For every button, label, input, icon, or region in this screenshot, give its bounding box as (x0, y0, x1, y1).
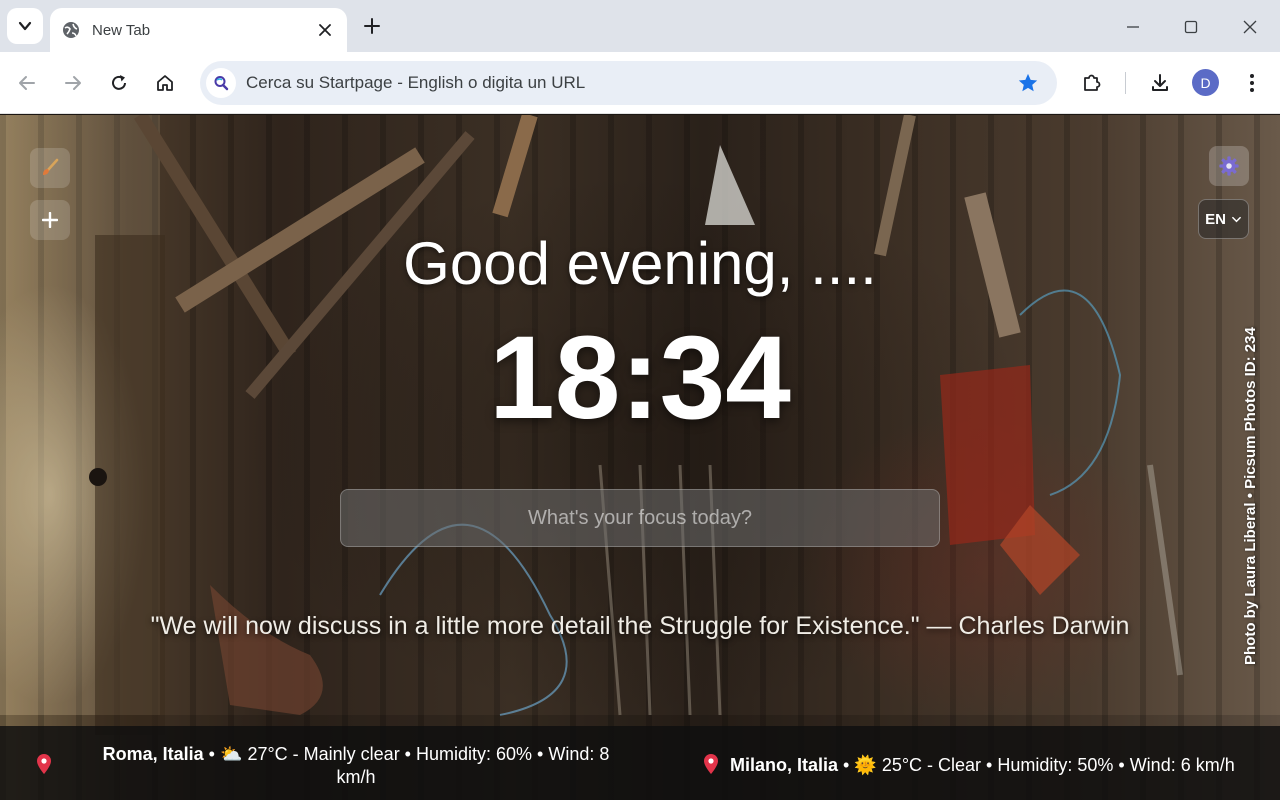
weather-details: 27°C - Mainly clear • Humidity: 60% • Wi… (247, 744, 610, 787)
weather-milano: Milano, Italia • 🌞 25°C - Clear • Humidi… (730, 754, 1270, 777)
menu-button[interactable] (1236, 67, 1268, 99)
brush-icon (43, 158, 59, 175)
extensions-button[interactable] (1076, 67, 1108, 99)
clock: 18:34 (489, 312, 791, 444)
browser-toolbar: Cerca su Startpage - English o digita un… (0, 52, 1280, 114)
forward-button[interactable] (57, 67, 89, 99)
weather-city: Roma, Italia (102, 744, 204, 764)
address-text: Cerca su Startpage - English o digita un… (246, 73, 586, 92)
pin-icon (35, 753, 53, 781)
tab-new-tab[interactable]: New Tab (50, 8, 347, 52)
close-window-button[interactable] (1235, 12, 1265, 42)
theme-button[interactable] (30, 148, 70, 188)
weather-roma: Roma, Italia • ⛅ 27°C - Mainly clear • H… (96, 743, 616, 789)
avatar[interactable]: D (1192, 69, 1219, 96)
home-icon (157, 75, 173, 91)
new-tab-button[interactable] (358, 12, 386, 40)
puzzle-icon (1084, 74, 1101, 91)
kebab-menu-icon (1250, 74, 1254, 92)
chevron-down-icon (18, 21, 32, 31)
back-button[interactable] (11, 67, 43, 99)
plus-icon (364, 18, 380, 34)
plus-icon (42, 212, 58, 228)
reload-button[interactable] (103, 67, 135, 99)
tab-strip: New Tab (0, 0, 1280, 52)
toolbar-separator (1125, 72, 1126, 94)
home-button[interactable] (149, 67, 181, 99)
weather-separator: • (208, 744, 215, 764)
weather-details: 25°C - Clear • Humidity: 50% • Wind: 6 k… (881, 755, 1235, 775)
settings-button[interactable] (1209, 146, 1249, 186)
close-icon[interactable] (315, 20, 335, 40)
background-photo (0, 115, 1280, 800)
weather-bar: Roma, Italia • ⛅ 27°C - Mainly clear • H… (0, 726, 1280, 800)
photo-credit: Photo by Laura Liberal • Picsum Photos I… (1242, 327, 1259, 665)
maximize-icon (1184, 20, 1198, 34)
minimize-button[interactable] (1118, 12, 1148, 42)
address-bar[interactable]: Cerca su Startpage - English o digita un… (200, 61, 1057, 105)
star-icon[interactable] (1013, 68, 1043, 98)
new-tab-page: EN Good evening, .... 18:34 "We will now… (0, 115, 1280, 800)
close-icon (1243, 20, 1257, 34)
maximize-button[interactable] (1176, 12, 1206, 42)
focus-input[interactable] (340, 489, 940, 547)
search-icon (206, 68, 236, 98)
arrow-left-icon (19, 76, 35, 90)
tab-title: New Tab (92, 21, 151, 39)
download-icon (1152, 74, 1168, 91)
reload-icon (112, 75, 126, 90)
pin-icon (702, 753, 720, 781)
language-value: EN (1205, 210, 1226, 228)
quote: "We will now discuss in a little more de… (150, 612, 1130, 640)
minimize-icon (1127, 26, 1139, 28)
weather-icon: ⛅ (220, 744, 243, 764)
tab-search-button[interactable] (7, 8, 43, 44)
gear-icon (1219, 156, 1239, 176)
greeting: Good evening, .... (403, 230, 877, 297)
globe-icon (62, 21, 80, 39)
arrow-right-icon (65, 76, 81, 90)
weather-city: Milano, Italia (730, 755, 839, 775)
chevron-down-icon (1232, 216, 1241, 222)
downloads-button[interactable] (1144, 67, 1176, 99)
weather-separator: • (843, 755, 850, 775)
weather-icon: 🌞 (854, 755, 877, 775)
